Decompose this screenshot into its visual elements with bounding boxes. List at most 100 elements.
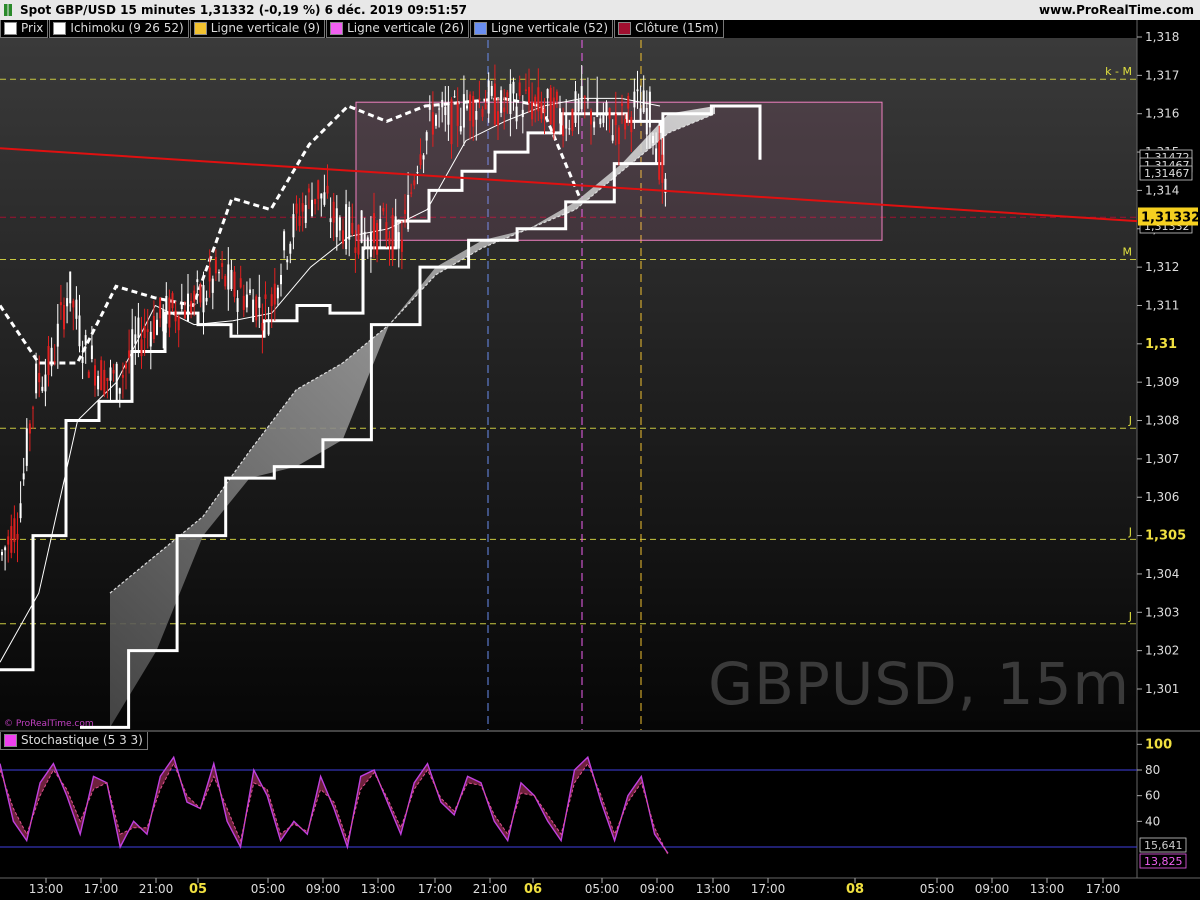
candle-body — [295, 203, 298, 214]
x-tick-label: 09:00 — [306, 882, 341, 896]
candle-body — [543, 108, 546, 113]
candle-body — [44, 374, 47, 392]
candle-body — [208, 267, 211, 282]
candle-body — [376, 222, 379, 255]
candle-body — [404, 209, 406, 214]
candle-body — [56, 323, 59, 347]
candle-body — [503, 107, 506, 112]
candle-body — [177, 316, 180, 331]
candle-body — [280, 274, 282, 285]
candle-body — [106, 378, 109, 381]
candle-body — [419, 154, 422, 166]
last-price-badge: 1,31332 — [1138, 207, 1200, 226]
price-label-text: 1,31467 — [1144, 167, 1190, 180]
candle-body — [121, 374, 124, 378]
candle-body — [549, 87, 552, 125]
y-tick-label: 1,301 — [1145, 682, 1179, 696]
candle-body — [661, 154, 664, 183]
candle-body — [416, 172, 419, 174]
level-label: J — [1128, 610, 1132, 623]
stoch-legend: Stochastique (5 3 3) — [0, 732, 149, 750]
candle-body — [546, 89, 549, 99]
y-tick-label: 1,309 — [1145, 375, 1179, 389]
candle-body — [608, 108, 611, 119]
candle-body — [552, 97, 555, 133]
candle-body — [72, 300, 75, 308]
x-tick-label: 05:00 — [585, 882, 620, 896]
candle-body — [156, 319, 158, 335]
candle-body — [41, 386, 44, 391]
candle-body — [590, 110, 592, 125]
stoch-color-swatch — [4, 734, 17, 747]
candle-body — [69, 271, 72, 304]
candle-body — [301, 203, 304, 212]
candle-body — [636, 89, 639, 92]
candle-body — [497, 111, 499, 126]
price-chart[interactable]: k - M M J J J 1,301 1,302 1,303 1,304 1,305 1,306… — [0, 0, 1200, 900]
candle-body — [90, 345, 93, 359]
candle-body — [53, 361, 56, 363]
candle-body — [13, 518, 16, 542]
candle-body — [332, 201, 335, 223]
watermark: GBPUSD, 15m — [708, 650, 1130, 718]
candle-body — [456, 102, 459, 126]
candle-body — [385, 222, 388, 240]
candle-body — [239, 278, 242, 288]
candle-body — [568, 128, 571, 130]
candle-body — [422, 155, 425, 160]
candle-body — [273, 283, 276, 305]
candle-body — [131, 329, 134, 353]
candle-body — [38, 372, 41, 383]
candle-body — [326, 185, 329, 194]
candle-body — [87, 371, 90, 378]
candle-body — [583, 96, 586, 99]
candle-body — [605, 102, 608, 116]
candle-body — [286, 259, 289, 263]
candle-body — [410, 192, 413, 194]
candle-body — [94, 365, 96, 386]
level-label: M — [1123, 245, 1133, 258]
candle-body — [16, 533, 19, 540]
candle-body — [233, 271, 236, 297]
stoch-legend-item[interactable]: Stochastique (5 3 3) — [0, 732, 148, 750]
candle-body — [10, 526, 13, 553]
x-tick-label: 05:00 — [251, 882, 286, 896]
candle-body — [264, 294, 267, 299]
candle-body — [47, 346, 50, 376]
candle-body — [311, 199, 313, 216]
candle-body — [462, 94, 465, 128]
last-price-text: 1,31332 — [1141, 210, 1200, 225]
candle-body — [354, 247, 357, 253]
candle-body — [528, 86, 530, 104]
candle-body — [580, 86, 583, 110]
level-label: J — [1128, 414, 1132, 427]
candle-body — [521, 109, 524, 118]
candle-body — [171, 293, 174, 309]
stoch-value-label: 13,825 — [1139, 853, 1187, 869]
x-tick-label: 09:00 — [975, 882, 1010, 896]
candle-body — [642, 90, 645, 113]
candle-body — [19, 503, 22, 519]
candle-body — [149, 331, 152, 347]
candle-body — [289, 243, 292, 254]
x-tick-label: 21:00 — [139, 882, 174, 896]
candle-body — [388, 238, 391, 245]
candle-body — [320, 193, 323, 199]
x-tick-label: 13:00 — [696, 882, 731, 896]
candle-body — [500, 90, 503, 113]
candle-body — [140, 339, 143, 357]
candle-body — [459, 126, 462, 132]
candle-body — [493, 83, 496, 125]
candle-body — [75, 299, 78, 319]
x-tick-label: 05:00 — [920, 882, 955, 896]
y-tick-label: 1,303 — [1145, 605, 1179, 619]
price-label: 1,31467 — [1139, 165, 1193, 181]
candle-body — [224, 275, 227, 287]
candle-body — [407, 194, 410, 230]
stoch-legend-label: Stochastique (5 3 3) — [21, 733, 143, 747]
candle-body — [599, 118, 602, 125]
candle-body — [602, 114, 605, 123]
candle-body — [577, 99, 580, 112]
candle-body — [593, 121, 596, 128]
y-tick-label: 1,306 — [1145, 490, 1179, 504]
